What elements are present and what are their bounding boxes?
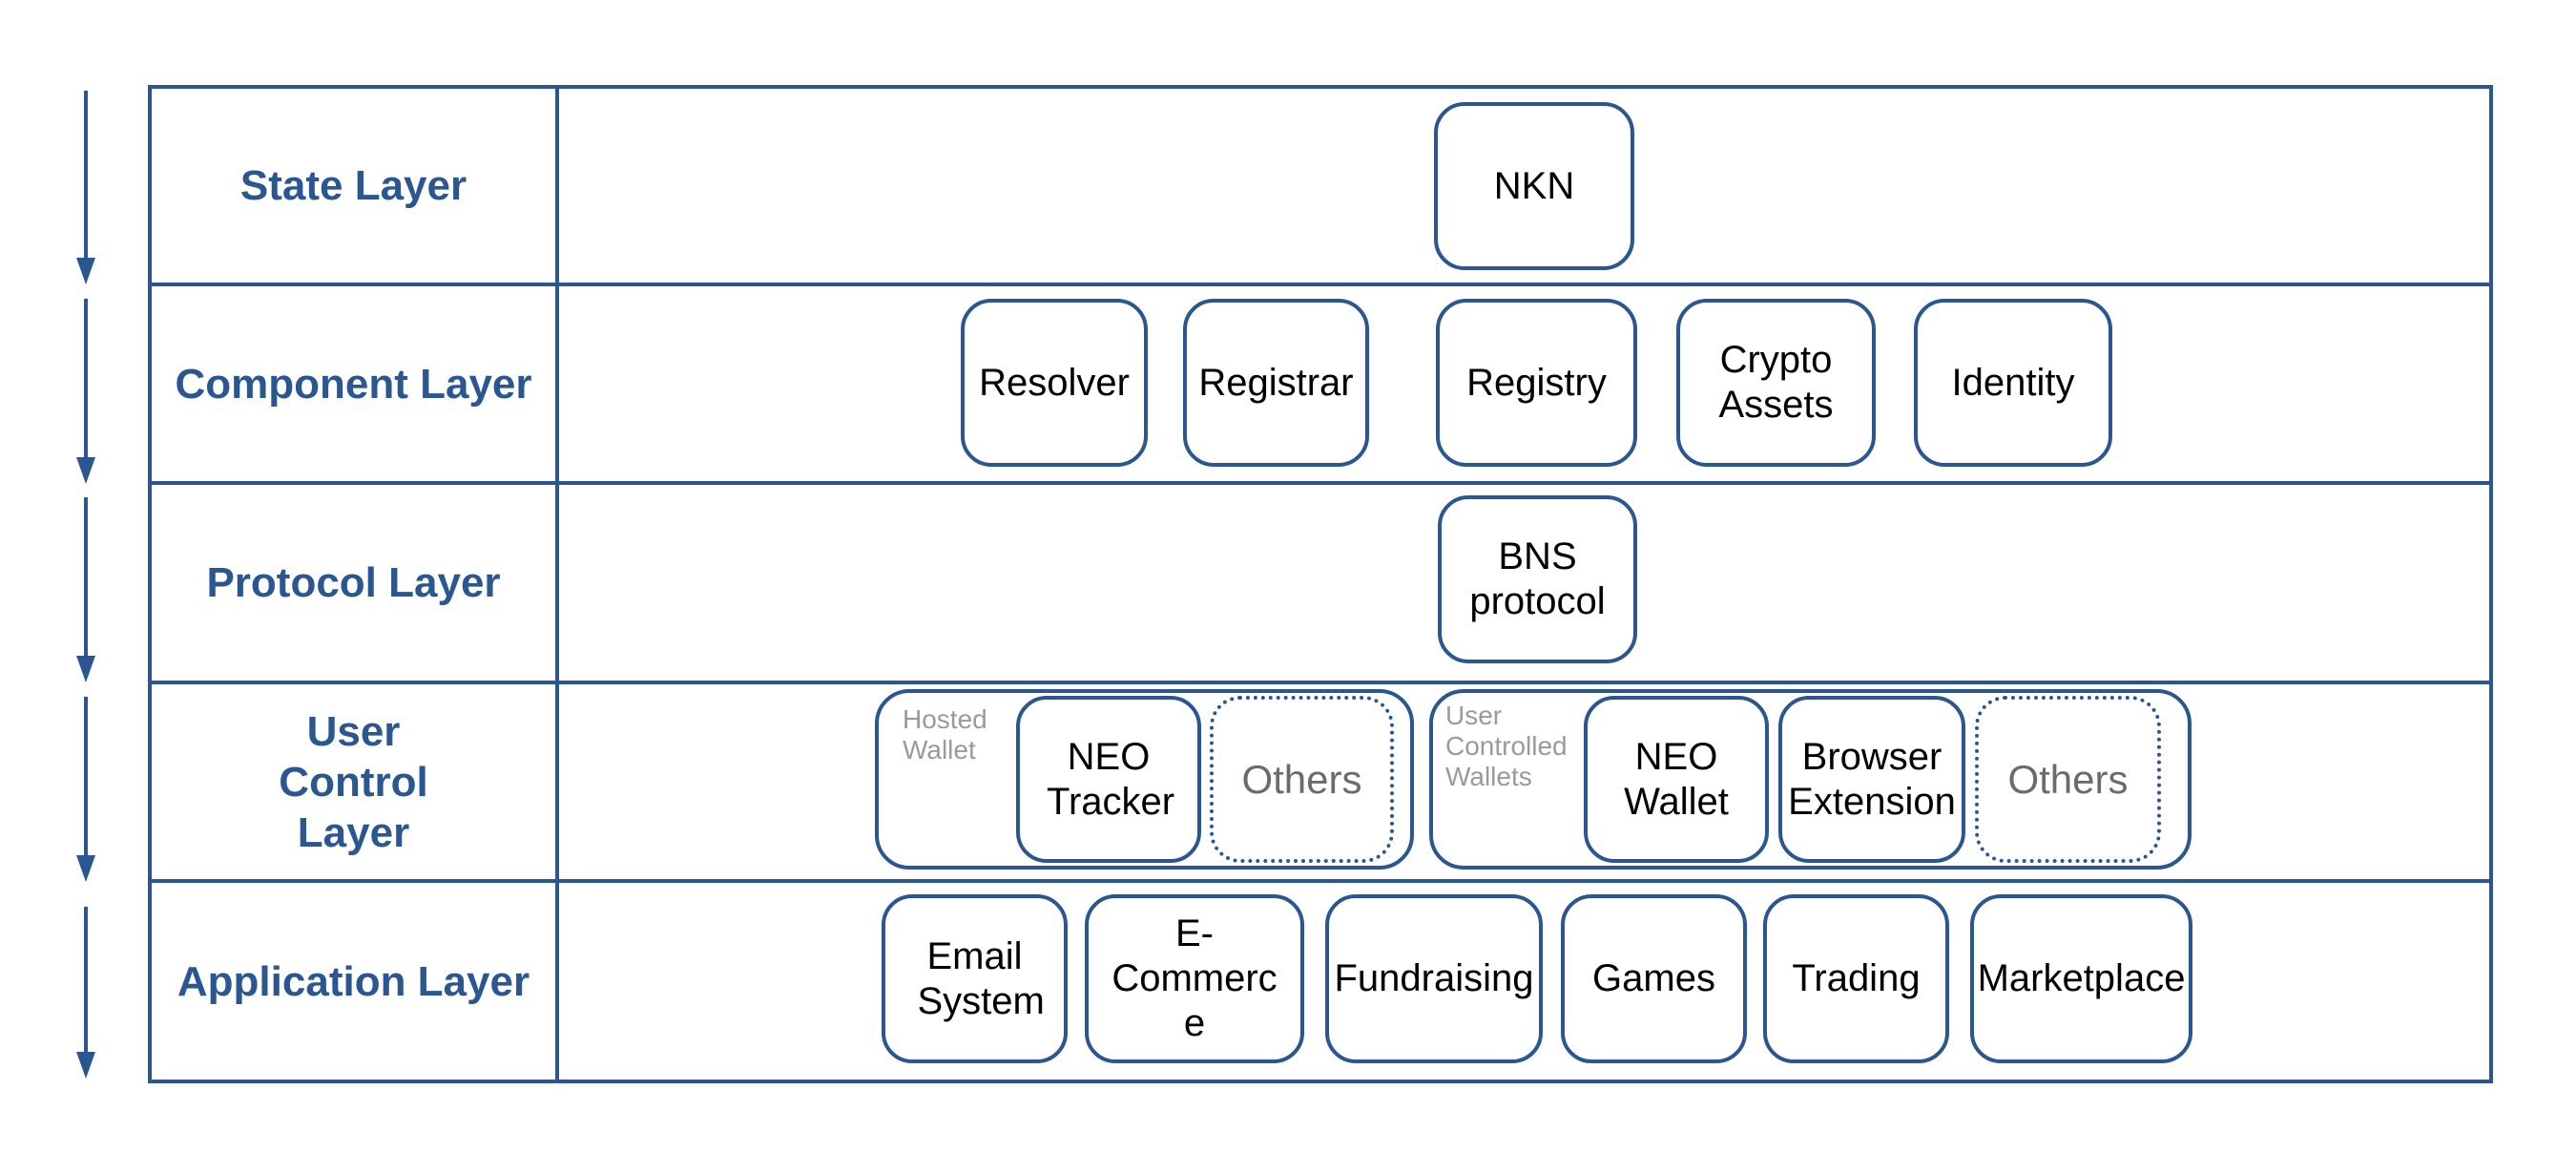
component-box-bns-protocol[interactable]: BNS protocol (1438, 495, 1637, 663)
arrow-shaft (84, 697, 88, 859)
component-box-fundraising[interactable]: Fundraising (1325, 894, 1543, 1063)
component-box-neo-tracker[interactable]: NEO Tracker (1016, 696, 1201, 863)
arrow-down-icon (76, 855, 95, 882)
placeholder-box-others[interactable]: Others (1210, 696, 1394, 863)
component-box-trading[interactable]: Trading (1763, 894, 1949, 1063)
layer-label-state: State Layer (239, 162, 467, 209)
box-label: NEO Tracker (1047, 735, 1175, 823)
component-box-crypto-assets[interactable]: Crypto Assets (1676, 299, 1876, 467)
placeholder-box-others[interactable]: Others (1975, 696, 2161, 863)
group-label: User Controlled Wallets (1445, 701, 1568, 791)
component-box-registry[interactable]: Registry (1436, 299, 1637, 467)
component-box-browser-extension[interactable]: Browser Extension (1778, 696, 1965, 863)
component-box-games[interactable]: Games (1561, 894, 1747, 1063)
box-label: BNS protocol (1469, 535, 1606, 622)
component-box-identity[interactable]: Identity (1914, 299, 2112, 467)
component-box-nkn[interactable]: NKN (1434, 102, 1634, 270)
component-box-registrar[interactable]: Registrar (1183, 299, 1369, 467)
component-box-marketplace[interactable]: Marketplace (1970, 894, 2192, 1063)
component-box-e-commerce[interactable]: E- Commerce (1085, 894, 1304, 1063)
group-label: Hosted Wallet (903, 704, 987, 765)
component-box-neo-wallet[interactable]: NEO Wallet (1584, 696, 1769, 863)
component-box-resolver[interactable]: Resolver (961, 299, 1148, 467)
box-label: NEO Wallet (1624, 735, 1729, 823)
arrow-down-icon (76, 1052, 95, 1079)
box-label: Email System (917, 934, 1045, 1022)
box-label: Browser Extension (1788, 735, 1956, 823)
layer-label-text: User Control Layer (279, 707, 428, 856)
arrow-shaft (84, 299, 88, 461)
arrow-shaft (84, 497, 88, 660)
layer-label-application: Application Layer (177, 957, 530, 1005)
box-label: E- Commerce (1111, 912, 1278, 1044)
arrow-down-icon (76, 258, 95, 284)
arrow-shaft (84, 907, 88, 1056)
arrow-down-icon (76, 656, 95, 682)
layer-label-component: Component Layer (175, 360, 532, 408)
arrow-shaft (84, 91, 88, 262)
component-box-email-system[interactable]: Email System (882, 894, 1068, 1063)
arrow-down-icon (76, 457, 95, 484)
layer-label-protocol: Protocol Layer (206, 559, 501, 606)
column-divider (555, 85, 559, 1083)
layer-label-user-control: User Control Layer (152, 684, 555, 879)
box-label: Crypto Assets (1718, 339, 1834, 426)
